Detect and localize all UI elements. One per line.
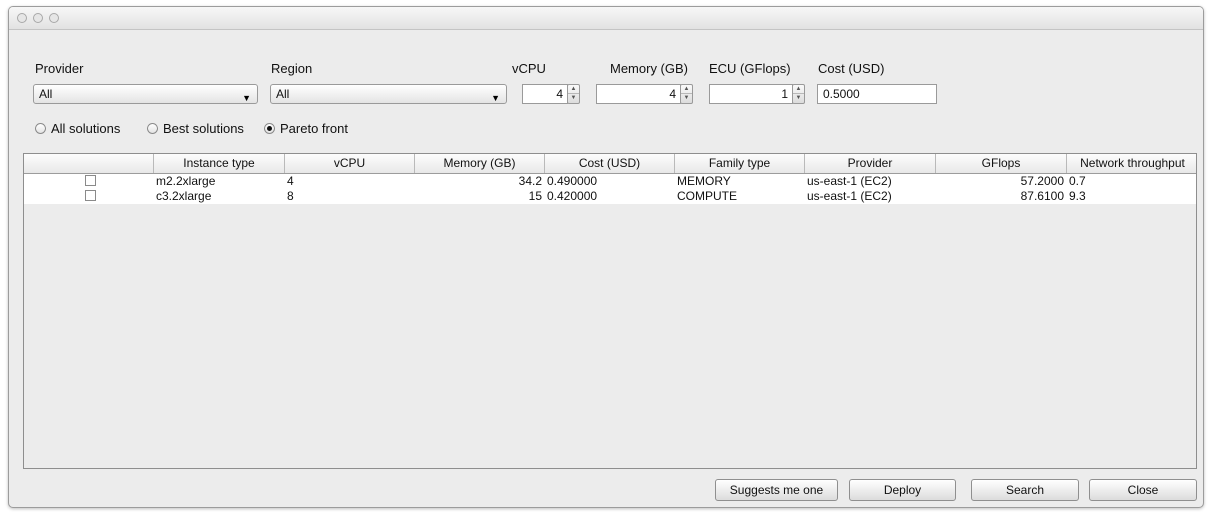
column-header-memory[interactable]: Memory (GB) [415, 154, 545, 173]
region-label: Region [271, 61, 313, 76]
radio-button-icon[interactable] [147, 123, 158, 134]
provider-select[interactable]: All ▼ [33, 84, 258, 104]
region-select[interactable]: All ▼ [270, 84, 507, 104]
column-header-select[interactable] [24, 154, 154, 173]
ecu-stepper[interactable]: ▲ ▼ [792, 84, 805, 104]
column-header-network-throughput[interactable]: Network throughput [1067, 154, 1196, 173]
select-cell [24, 189, 154, 204]
gflops-cell: 87.6100 [936, 189, 1067, 204]
zoom-window-icon[interactable] [49, 13, 59, 23]
stepper-down-icon[interactable]: ▼ [681, 94, 692, 103]
stepper-up-icon[interactable]: ▲ [568, 85, 579, 94]
deploy-button[interactable]: Deploy [849, 479, 956, 501]
vcpu-cell: 8 [285, 189, 415, 204]
radio-button-selected-icon[interactable] [264, 123, 275, 134]
memory-spinner-field[interactable]: 4 [596, 84, 681, 104]
column-header-vcpu[interactable]: vCPU [285, 154, 415, 173]
memory-cell: 34.2 [415, 174, 545, 189]
memory-label: Memory (GB) [610, 61, 688, 76]
network-throughput-cell: 0.7 [1067, 174, 1196, 189]
stepper-up-icon[interactable]: ▲ [681, 85, 692, 94]
network-throughput-cell: 9.3 [1067, 189, 1196, 204]
vcpu-spinner-field[interactable]: 4 [522, 84, 568, 104]
column-header-gflops[interactable]: GFlops [936, 154, 1067, 173]
chevron-down-icon: ▼ [242, 93, 251, 103]
family-type-cell: COMPUTE [675, 189, 805, 204]
radio-pareto-front[interactable]: Pareto front [264, 121, 348, 137]
provider-cell: us-east-1 (EC2) [805, 189, 936, 204]
radio-label: Best solutions [163, 121, 244, 136]
gflops-cell: 57.2000 [936, 174, 1067, 189]
radio-label: Pareto front [280, 121, 348, 136]
close-button[interactable]: Close [1089, 479, 1197, 501]
instance-type-cell: c3.2xlarge [154, 189, 285, 204]
vcpu-label: vCPU [512, 61, 546, 76]
chevron-down-icon: ▼ [491, 93, 500, 103]
column-header-instance-type[interactable]: Instance type [154, 154, 285, 173]
column-header-cost[interactable]: Cost (USD) [545, 154, 675, 173]
cost-field[interactable]: 0.5000 [817, 84, 937, 104]
ecu-spinner-field[interactable]: 1 [709, 84, 793, 104]
provider-label: Provider [35, 61, 84, 76]
cost-label: Cost (USD) [818, 61, 885, 76]
radio-label: All solutions [51, 121, 121, 136]
memory-cell: 15 [415, 189, 545, 204]
table-row[interactable]: c3.2xlarge 8 15 0.420000 COMPUTE us-east… [24, 189, 1196, 204]
close-window-icon[interactable] [17, 13, 27, 23]
vcpu-cell: 4 [285, 174, 415, 189]
radio-button-icon[interactable] [35, 123, 46, 134]
radio-all-solutions[interactable]: All solutions [35, 121, 120, 137]
instances-table[interactable]: Instance type vCPU Memory (GB) Cost (USD… [23, 153, 1197, 469]
table-header: Instance type vCPU Memory (GB) Cost (USD… [24, 154, 1196, 174]
row-checkbox[interactable] [85, 175, 96, 186]
suggest-button[interactable]: Suggests me one [715, 479, 838, 501]
table-row[interactable]: m2.2xlarge 4 34.2 0.490000 MEMORY us-eas… [24, 174, 1196, 189]
stepper-up-icon[interactable]: ▲ [793, 85, 804, 94]
radio-best-solutions[interactable]: Best solutions [147, 121, 244, 137]
title-bar [9, 7, 1203, 30]
column-header-family-type[interactable]: Family type [675, 154, 805, 173]
stepper-down-icon[interactable]: ▼ [568, 94, 579, 103]
search-button[interactable]: Search [971, 479, 1079, 501]
vcpu-stepper[interactable]: ▲ ▼ [567, 84, 580, 104]
column-header-provider[interactable]: Provider [805, 154, 936, 173]
minimize-window-icon[interactable] [33, 13, 43, 23]
family-type-cell: MEMORY [675, 174, 805, 189]
row-checkbox[interactable] [85, 190, 96, 201]
ecu-label: ECU (GFlops) [709, 61, 791, 76]
cost-cell: 0.420000 [545, 189, 675, 204]
cost-cell: 0.490000 [545, 174, 675, 189]
provider-select-value: All [39, 87, 53, 101]
instance-type-cell: m2.2xlarge [154, 174, 285, 189]
memory-stepper[interactable]: ▲ ▼ [680, 84, 693, 104]
select-cell [24, 174, 154, 189]
region-select-value: All [276, 87, 290, 101]
provider-cell: us-east-1 (EC2) [805, 174, 936, 189]
stepper-down-icon[interactable]: ▼ [793, 94, 804, 103]
instance-selection-window: Provider Region vCPU Memory (GB) ECU (GF… [8, 6, 1204, 508]
